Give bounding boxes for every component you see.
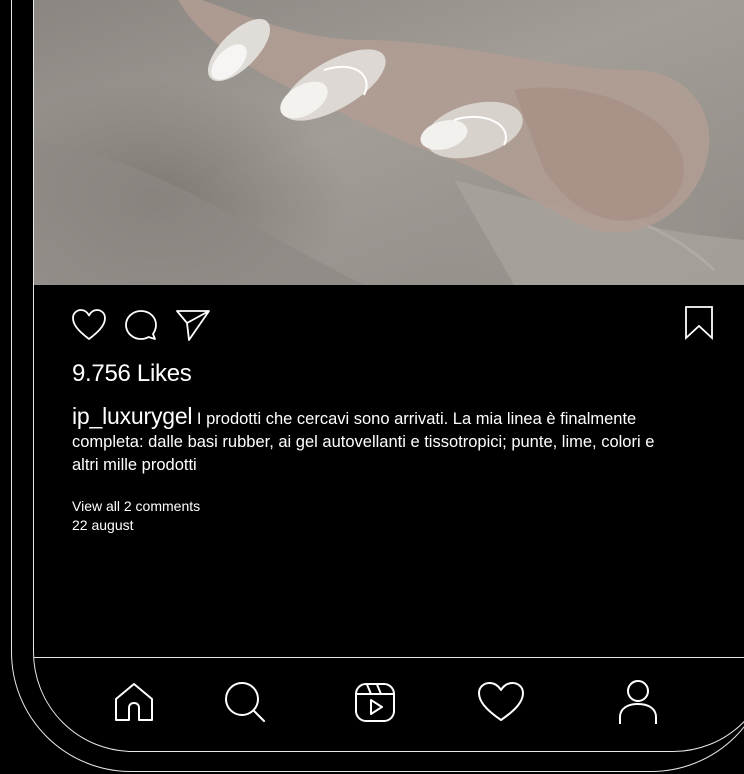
post-date: 22 august — [72, 517, 134, 533]
likes-count[interactable]: 9.756 Likes — [72, 360, 192, 388]
post-caption: ip_luxurygel I prodotti che cercavi sono… — [72, 405, 672, 477]
search-icon — [225, 682, 265, 722]
post-actions — [70, 305, 212, 345]
reels-icon — [355, 683, 395, 722]
like-button[interactable] — [70, 306, 108, 344]
share-icon — [176, 310, 210, 341]
home-icon — [115, 683, 153, 721]
view-comments-link[interactable]: View all 2 comments — [72, 498, 200, 514]
heart-icon — [72, 309, 106, 340]
nav-reels[interactable] — [345, 672, 405, 732]
profile-icon — [619, 680, 657, 724]
nav-home[interactable] — [104, 672, 164, 732]
post-username[interactable]: ip_luxurygel — [72, 403, 193, 429]
bookmark-icon — [685, 306, 713, 341]
save-button[interactable] — [683, 305, 715, 341]
comment-icon — [125, 310, 157, 340]
nav-divider — [34, 657, 744, 658]
nav-profile[interactable] — [608, 672, 668, 732]
bottom-nav — [34, 672, 744, 732]
post-photo[interactable] — [34, 0, 744, 285]
nav-activity[interactable] — [471, 672, 531, 732]
share-button[interactable] — [174, 306, 212, 344]
comment-button[interactable] — [122, 306, 160, 344]
manicure-photo-illustration — [34, 0, 744, 285]
nav-search[interactable] — [215, 672, 275, 732]
activity-heart-icon — [478, 682, 524, 721]
